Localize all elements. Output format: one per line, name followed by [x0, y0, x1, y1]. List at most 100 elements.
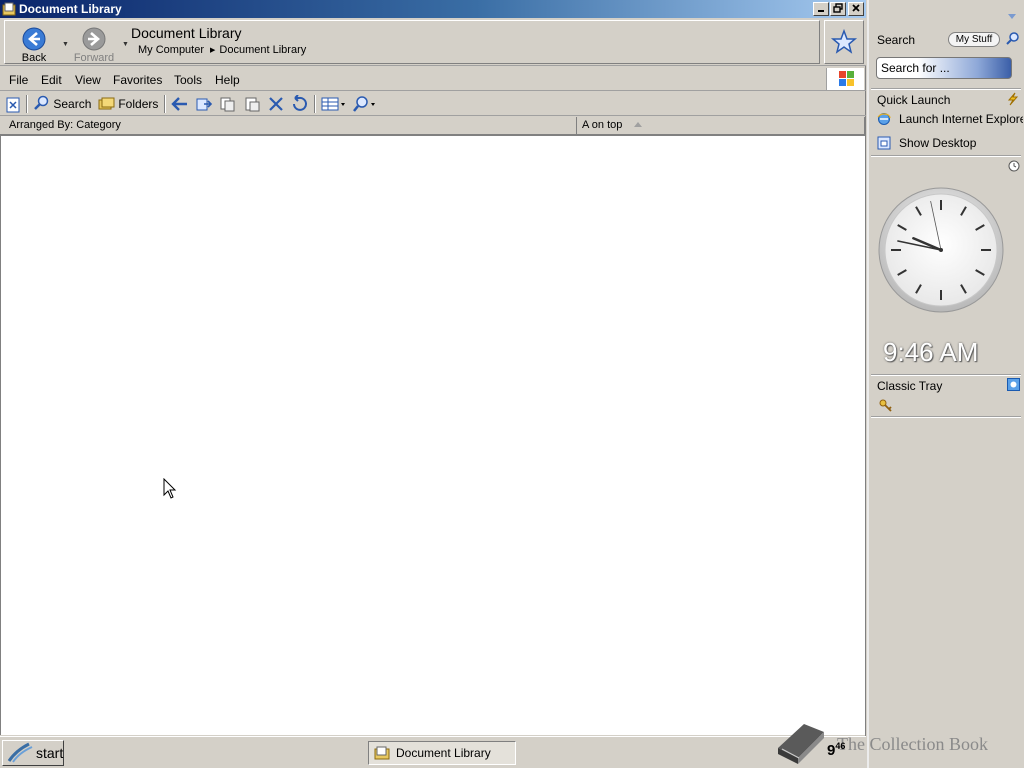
- taskbar-item-label: Document Library: [396, 746, 491, 760]
- close-button[interactable]: [848, 2, 864, 16]
- forward-button[interactable]: Forward: [71, 23, 117, 65]
- views-icon: [321, 97, 345, 111]
- start-button[interactable]: start: [2, 740, 64, 766]
- windows-logo: [826, 68, 864, 90]
- sidebar: Search My Stuff Search for ... Quick Lau…: [867, 0, 1024, 768]
- search-header: Search: [877, 33, 916, 47]
- restore-button[interactable]: [830, 2, 846, 16]
- sidebar-divider: [871, 374, 1021, 376]
- breadcrumb: My Computer ▶ Document Library: [138, 44, 306, 56]
- quick-launch-show-desktop[interactable]: Show Desktop: [877, 136, 1023, 150]
- taskbar: start Document Library: [0, 736, 866, 768]
- zoom-button[interactable]: [352, 95, 378, 113]
- sort-header[interactable]: A on top: [577, 117, 865, 135]
- address-title: Document Library: [131, 25, 242, 41]
- restore-icon: [833, 3, 843, 13]
- toolbar-separator: [26, 95, 28, 113]
- explorer-window: Document Library Back ▼ Forward ▼ Docume…: [0, 0, 866, 736]
- folder-icon: [2, 2, 16, 16]
- sort-ascending-icon: [634, 122, 643, 127]
- back-button[interactable]: Back: [11, 23, 57, 65]
- search-label: Search: [53, 97, 92, 111]
- menu-view[interactable]: View: [75, 73, 101, 87]
- sidebar-divider: [871, 416, 1021, 418]
- sidebar-search-input[interactable]: Search for ...: [876, 57, 1012, 79]
- folders-label: Folders: [118, 97, 159, 111]
- window-title: Document Library: [19, 2, 122, 16]
- digital-clock: 9:46 AM: [883, 337, 979, 367]
- menu-bar: File Edit View Favorites Tools Help: [0, 67, 866, 91]
- title-bar[interactable]: Document Library: [0, 0, 866, 18]
- close-folder-icon[interactable]: [6, 96, 20, 114]
- menu-file[interactable]: File: [9, 73, 28, 87]
- sidebar-divider: [871, 155, 1021, 157]
- toolbar-separator: [164, 95, 166, 113]
- column-header: Arranged By: Category A on top: [0, 117, 866, 135]
- mouse-cursor-icon: [163, 478, 177, 499]
- back-label: Back: [21, 52, 47, 64]
- forward-label: Forward: [73, 52, 115, 64]
- book-icon: [778, 724, 824, 764]
- tray-clock-minute: 46: [835, 741, 846, 751]
- menu-tools[interactable]: Tools: [174, 73, 202, 87]
- search-button[interactable]: Search: [34, 95, 91, 113]
- forward-dropdown-icon[interactable]: ▼: [122, 41, 129, 48]
- views-button[interactable]: [321, 95, 347, 113]
- up-folder-icon[interactable]: [171, 95, 189, 113]
- toolbar-separator: [314, 95, 316, 113]
- search-icon: [34, 95, 49, 110]
- folders-button[interactable]: Folders: [98, 95, 158, 113]
- breadcrumb-document-library[interactable]: Document Library: [219, 44, 306, 56]
- sidebar-menu-icon[interactable]: [1007, 13, 1017, 21]
- menu-edit[interactable]: Edit: [41, 73, 62, 87]
- breadcrumb-chevron-icon: ▶: [210, 47, 216, 54]
- start-logo-icon: [7, 742, 33, 763]
- back-dropdown-icon[interactable]: ▼: [62, 41, 69, 48]
- sort-label: A on top: [582, 119, 623, 131]
- forward-arrow-icon: [82, 27, 106, 51]
- internet-explorer-icon: [877, 113, 891, 125]
- my-stuff-button[interactable]: My Stuff: [948, 32, 1000, 47]
- windows-flag-icon: [839, 71, 854, 86]
- menu-favorites[interactable]: Favorites: [113, 73, 162, 87]
- star-icon: [830, 28, 858, 54]
- breadcrumb-my-computer[interactable]: My Computer: [138, 44, 204, 56]
- paste-icon[interactable]: [243, 95, 261, 113]
- quick-launch-ie-label: Launch Internet Explorer: [899, 112, 1023, 126]
- watermark-text: The Collection Book: [837, 734, 988, 754]
- move-to-icon[interactable]: [195, 95, 213, 113]
- analog-clock: [878, 187, 1004, 313]
- content-area[interactable]: [0, 135, 865, 735]
- clock-tile-icon[interactable]: [1008, 160, 1020, 172]
- undo-icon[interactable]: [290, 95, 308, 113]
- folder-icon: [374, 746, 390, 760]
- tray-keys-icon[interactable]: [878, 398, 894, 414]
- minimize-icon: [818, 10, 824, 12]
- menu-help[interactable]: Help: [215, 73, 240, 87]
- toolbar: Search Folders: [0, 92, 866, 116]
- search-icon[interactable]: [1006, 32, 1020, 46]
- quick-launch-internet-explorer[interactable]: Launch Internet Explorer: [877, 112, 1023, 126]
- close-icon: [852, 4, 860, 12]
- start-label: start: [36, 745, 64, 761]
- watermark: The Collection Book 946: [772, 718, 1024, 768]
- zoom-icon: [353, 96, 375, 112]
- delete-icon[interactable]: [267, 95, 285, 113]
- quick-launch-show-desktop-label: Show Desktop: [899, 136, 977, 150]
- copy-to-icon[interactable]: [219, 95, 237, 113]
- back-arrow-icon: [22, 27, 46, 51]
- arranged-by-header[interactable]: Arranged By: Category: [0, 117, 577, 135]
- tray-settings-icon[interactable]: [1007, 378, 1020, 391]
- show-desktop-icon: [877, 136, 891, 150]
- navigation-bar: Back ▼ Forward ▼ Document Library My Com…: [0, 18, 866, 66]
- navigation-pane: Back ▼ Forward ▼ Document Library My Com…: [4, 20, 820, 64]
- tray-clock: 946: [827, 741, 846, 759]
- lightning-icon: [1007, 92, 1019, 106]
- folders-icon: [98, 97, 115, 110]
- minimize-button[interactable]: [813, 2, 829, 16]
- classic-tray-header: Classic Tray: [877, 379, 943, 393]
- sidebar-divider: [871, 88, 1021, 90]
- favorites-star-button[interactable]: [824, 20, 864, 64]
- quick-launch-header: Quick Launch: [877, 93, 951, 107]
- taskbar-item-document-library[interactable]: Document Library: [368, 741, 516, 765]
